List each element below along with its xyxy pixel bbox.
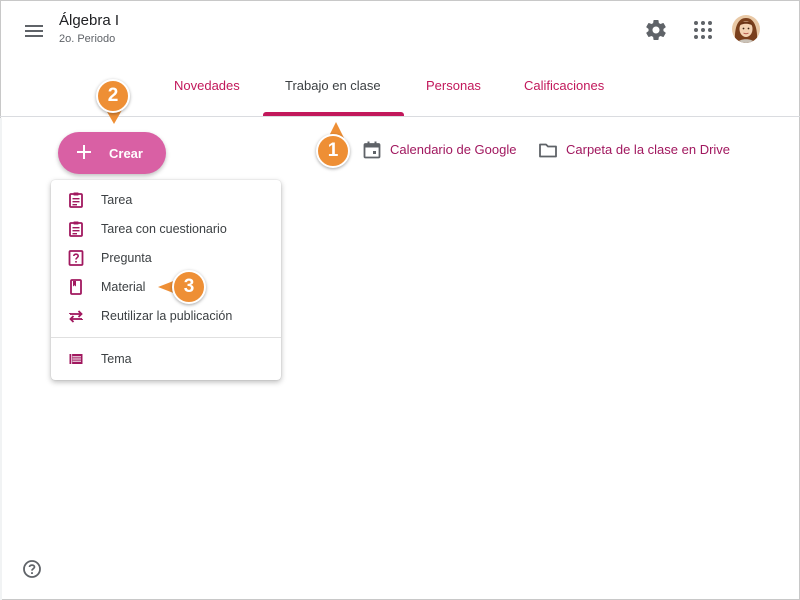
class-drive-folder-label: Carpeta de la clase en Drive xyxy=(566,142,731,157)
question-icon xyxy=(68,250,84,266)
menu-divider xyxy=(51,337,281,338)
callout-number: 1 xyxy=(316,134,350,168)
callout-2: 2 xyxy=(94,78,134,130)
menu-item-label: Pregunta xyxy=(101,251,152,265)
callout-1: 1 xyxy=(316,120,356,172)
callout-number: 3 xyxy=(172,270,206,304)
menu-item-label: Material xyxy=(101,280,146,294)
class-drive-folder-link[interactable]: Carpeta de la clase en Drive xyxy=(538,140,738,160)
material-icon xyxy=(70,279,82,295)
user-avatar[interactable] xyxy=(732,15,760,43)
active-tab-indicator xyxy=(263,112,404,116)
hamburger-menu-icon[interactable] xyxy=(22,19,46,43)
callout-number: 2 xyxy=(96,79,130,113)
assignment-icon xyxy=(69,192,83,208)
plus-icon xyxy=(77,145,91,159)
create-button-label: Crear xyxy=(109,146,143,161)
course-title[interactable]: Álgebra I xyxy=(59,12,119,29)
menu-item-tarea-con-cuestionario[interactable]: Tarea con cuestionario xyxy=(51,216,281,242)
callout-3: 3 xyxy=(156,268,212,308)
menu-item-tarea[interactable]: Tarea xyxy=(51,187,281,213)
help-icon[interactable] xyxy=(22,559,42,579)
menu-item-label: Tarea con cuestionario xyxy=(101,222,227,236)
apps-grid-icon[interactable] xyxy=(692,19,714,41)
create-button[interactable]: Crear xyxy=(58,132,166,174)
menu-item-tema[interactable]: Tema xyxy=(51,346,281,372)
google-calendar-label: Calendario de Google xyxy=(390,142,517,157)
menu-item-label: Reutilizar la publicación xyxy=(101,309,233,323)
menu-item-label: Tema xyxy=(101,352,132,366)
google-calendar-link[interactable]: Calendario de Google xyxy=(362,140,532,160)
menu-item-label: Tarea xyxy=(101,193,133,207)
folder-icon xyxy=(539,143,557,158)
reuse-icon xyxy=(69,310,83,323)
tab-novedades[interactable]: Novedades xyxy=(174,78,240,93)
course-subtitle: 2o. Periodo xyxy=(59,33,116,45)
tab-calificaciones[interactable]: Calificaciones xyxy=(524,78,604,93)
gear-icon[interactable] xyxy=(644,18,668,42)
tab-personas[interactable]: Personas xyxy=(426,78,481,93)
topic-icon xyxy=(69,354,83,364)
tab-trabajo-en-clase[interactable]: Trabajo en clase xyxy=(285,78,381,93)
calendar-icon xyxy=(363,141,381,159)
left-edge xyxy=(0,118,2,600)
quiz-assignment-icon xyxy=(69,221,83,237)
